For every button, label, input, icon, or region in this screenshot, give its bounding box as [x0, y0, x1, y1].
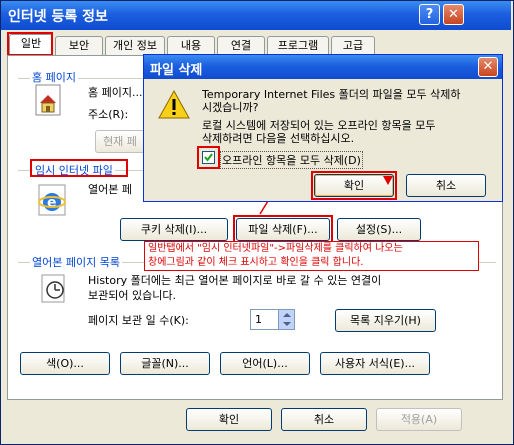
temp-files-highlight	[30, 159, 128, 177]
days-to-keep-label: 페이지 보관 일 수(K):	[88, 314, 189, 327]
tab-connections[interactable]: 연결	[217, 36, 265, 56]
accessibility-button[interactable]: 사용자 서식(E)...	[320, 352, 430, 375]
apply-button[interactable]: 적용(A)	[376, 408, 462, 431]
tab-advanced[interactable]: 고급	[331, 36, 375, 56]
close-button[interactable]: ✕	[443, 4, 464, 25]
fonts-button[interactable]: 글꼴(N)...	[120, 352, 210, 375]
tab-general-highlight	[7, 32, 53, 56]
annotation-line1: 일반탭에서 "임시 인터넷파일"->파일삭제를 클릭하여 나오는	[148, 243, 403, 254]
cancel-button[interactable]: 취소	[281, 408, 367, 431]
days-to-keep-value: 1	[255, 313, 262, 326]
languages-button[interactable]: 언어(L)...	[220, 352, 310, 375]
help-button[interactable]: ?	[419, 4, 440, 25]
delete-dialog-close-button[interactable]: ✕	[478, 57, 498, 77]
offline-items-label[interactable]: 오프라인 항목을 모두 삭제(D)	[220, 151, 363, 169]
checkbox-highlight	[197, 146, 220, 169]
tab-programs[interactable]: 프로그램	[267, 36, 329, 56]
history-icon	[38, 272, 72, 306]
history-description-1: History 폴더에는 최근 열어본 페이지로 바로 갈 수 있는 연결이	[88, 274, 382, 287]
temp-settings-button[interactable]: 설정(S)...	[337, 218, 421, 241]
delete-message-line2: 시겠습니까?	[202, 101, 259, 114]
delete-message-line4: 삭제하려면 다음을 선택하십시오.	[202, 132, 355, 145]
home-address-label: 주소(R):	[88, 108, 129, 121]
delete-files-dialog: 파일 삭제 ✕ Temporary Internet Files 폴더의 파일을…	[143, 54, 503, 202]
annotation-line2: 창에그림과 같이 체크 표시하고 확인을 클릭 합니다.	[148, 257, 364, 268]
home-page-icon	[30, 82, 70, 122]
tab-security[interactable]: 보안	[55, 36, 103, 56]
window-title: 인터넷 등록 정보	[8, 9, 108, 25]
internet-explorer-icon: e	[36, 183, 72, 219]
days-to-keep-spinner[interactable]: 1	[250, 309, 295, 330]
use-current-button[interactable]: 현재 페	[95, 130, 145, 153]
history-group-title: 열어본 페이지 목록	[30, 254, 122, 270]
history-description-2: 보관되어 있습니다.	[88, 289, 176, 302]
ok-button[interactable]: 확인	[186, 408, 272, 431]
temp-files-description: 열어본 페	[88, 183, 132, 196]
delete-dialog-cancel-button[interactable]: 취소	[406, 174, 486, 197]
colors-button[interactable]: 색(O)...	[20, 352, 110, 375]
spinner-arrows-icon[interactable]	[278, 310, 294, 329]
instruction-annotation: 일반탭에서 "임시 인터넷파일"->파일삭제를 클릭하여 나오는 창에그림과 같…	[144, 241, 479, 271]
ok-pointer-arrow-icon	[382, 175, 394, 187]
home-description: 홈 페이지...	[88, 86, 143, 99]
clear-history-button[interactable]: 목록 지우기(H)	[335, 309, 436, 332]
warning-icon	[157, 89, 191, 121]
delete-dialog-title: 파일 삭제	[150, 63, 203, 78]
delete-cookies-button[interactable]: 쿠키 삭제(I)...	[120, 218, 228, 241]
tab-privacy[interactable]: 개인 정보	[105, 36, 165, 56]
tab-content[interactable]: 내용	[167, 36, 215, 56]
